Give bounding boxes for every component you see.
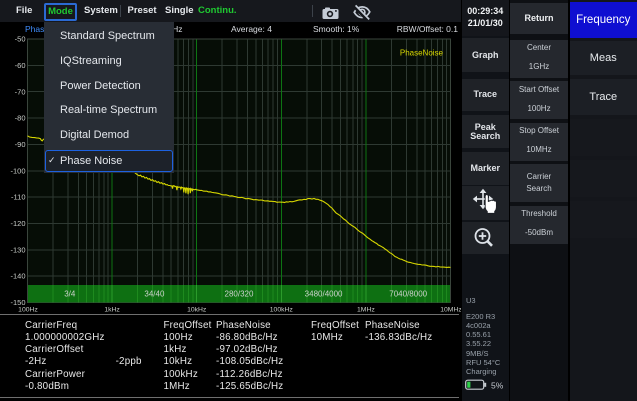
svg-text:-60: -60 (15, 61, 26, 70)
svg-text:PhaseNoise: PhaseNoise (400, 49, 444, 58)
svg-text:1kHz: 1kHz (104, 307, 120, 314)
svg-text:10kHz: 10kHz (187, 307, 207, 314)
svg-text:-70: -70 (15, 87, 26, 96)
svg-text:280/320: 280/320 (225, 290, 254, 299)
svg-text:-110: -110 (11, 193, 25, 202)
svg-text:5%: 5% (491, 380, 504, 390)
svg-text:-80: -80 (15, 114, 26, 123)
svg-text:-130: -130 (10, 245, 25, 254)
svg-text:100Hz: 100Hz (18, 307, 38, 314)
svg-text:34/40: 34/40 (144, 290, 165, 299)
svg-text:-50: -50 (15, 35, 26, 44)
svg-text:3/4: 3/4 (64, 290, 76, 299)
svg-text:7040/8000: 7040/8000 (389, 290, 427, 299)
svg-text:-140: -140 (10, 272, 25, 281)
svg-text:3480/4000: 3480/4000 (305, 290, 343, 299)
svg-text:100kHz: 100kHz (270, 307, 294, 314)
svg-text:-90: -90 (15, 140, 26, 149)
svg-text:1MHz: 1MHz (357, 307, 375, 314)
svg-text:10MHz: 10MHz (440, 307, 461, 314)
svg-text:-100: -100 (10, 166, 25, 175)
svg-text:-120: -120 (10, 219, 25, 228)
